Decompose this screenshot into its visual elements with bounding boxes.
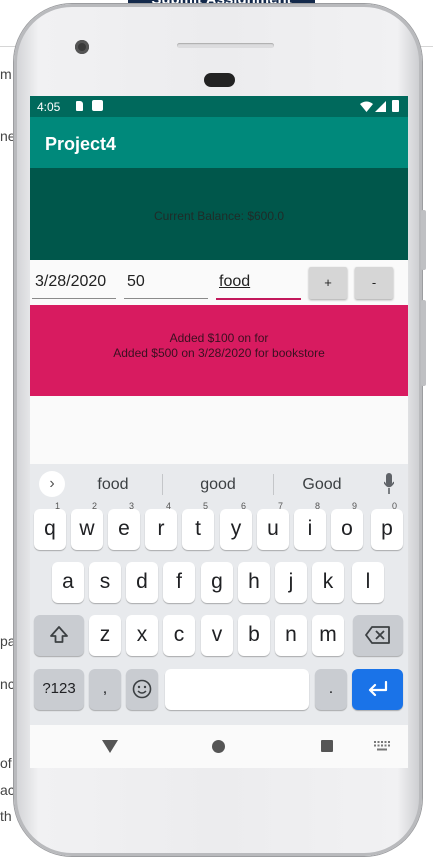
key[interactable]: o9 [331,501,363,550]
background-fragment: m [0,66,12,82]
home-icon[interactable] [212,740,225,753]
key[interactable]: m [312,615,344,656]
transaction-log: Added $100 on for Added $500 on 3/28/202… [30,305,408,396]
soft-keyboard: › food good Good q1 w2 e3 r4 t5 y6 u7 i8… [30,464,408,725]
amount-field[interactable]: 50 [124,266,208,299]
backspace-key[interactable] [353,615,403,656]
key[interactable]: b [238,615,270,656]
key[interactable]: d [126,562,158,603]
key[interactable]: i8 [294,501,326,550]
date-field[interactable]: 3/28/2020 [32,266,116,299]
phone-screen: 4:05 Project4 Current Balance: $600.0 3/… [30,96,408,768]
key[interactable]: n [275,615,307,656]
background-fragment: of [0,755,12,771]
key[interactable]: y6 [220,501,252,550]
recents-icon[interactable] [321,740,333,752]
key[interactable]: z [89,615,121,656]
key[interactable]: x [126,615,158,656]
mic-icon[interactable] [384,473,394,495]
key[interactable]: p0 [371,501,403,550]
key[interactable]: k [312,562,344,603]
log-entry: Added $100 on for [169,331,269,345]
shift-key[interactable] [34,615,84,656]
key[interactable]: t5 [182,501,214,550]
key[interactable]: v [201,615,233,656]
key[interactable]: s [89,562,121,603]
space-key[interactable] [165,669,309,710]
period-key[interactable]: . [315,669,347,710]
volume-button[interactable] [421,300,426,386]
key[interactable]: a [52,562,84,603]
current-balance-text: Current Balance: $600.0 [153,209,285,223]
suggestion-strip: › food good Good [30,464,408,504]
app-notification-icon [92,100,103,111]
power-button[interactable] [421,210,426,270]
backspace-icon [365,626,390,644]
subtract-button[interactable]: - [355,267,393,299]
sim-icon [76,101,83,111]
background-fragment: ac [0,782,15,798]
enter-icon [368,680,387,697]
shift-icon [50,626,68,643]
key[interactable]: j [275,562,307,603]
sensor-bar [177,43,274,48]
amount-field-value: 50 [127,273,145,290]
earpiece-speaker [204,73,235,87]
status-bar: 4:05 [30,96,408,117]
cell-signal-icon [375,101,386,112]
key[interactable]: e3 [108,501,140,550]
camera-icon [75,40,89,54]
back-icon[interactable] [102,740,118,753]
add-button[interactable]: + [309,267,347,299]
key[interactable]: f [163,562,195,603]
status-time: 4:05 [37,100,61,114]
key[interactable]: c [163,615,195,656]
wifi-icon [360,101,373,112]
symbols-key[interactable]: ?123 [34,669,84,710]
key[interactable]: w2 [71,501,103,550]
background-fragment: th [0,808,12,824]
app-title: Project4 [45,134,117,154]
key[interactable]: q1 [34,501,66,550]
category-field[interactable]: food [216,266,301,300]
key[interactable]: l [352,562,384,603]
key[interactable]: u7 [257,501,289,550]
enter-key[interactable] [352,669,403,710]
key[interactable]: r4 [145,501,177,550]
key[interactable]: g [201,562,233,603]
keyboard-icon[interactable] [374,741,390,751]
suggestion-item[interactable]: good [163,476,273,494]
key[interactable]: h [238,562,270,603]
balance-panel: Current Balance: $600.0 [30,168,408,260]
log-entry: Added $500 on 3/28/2020 for bookstore [113,346,325,360]
suggestion-item[interactable]: Good [267,476,377,494]
category-field-value: food [219,273,251,290]
battery-icon [392,100,399,112]
emoji-icon [132,679,152,699]
comma-key[interactable]: , [89,669,121,710]
background-fragment: nc [0,676,15,692]
navigation-bar [30,725,408,768]
date-field-value: 3/28/2020 [35,273,107,290]
emoji-key[interactable] [126,669,158,710]
app-bar: Project4 [30,117,408,168]
suggestion-item[interactable]: food [58,476,168,494]
